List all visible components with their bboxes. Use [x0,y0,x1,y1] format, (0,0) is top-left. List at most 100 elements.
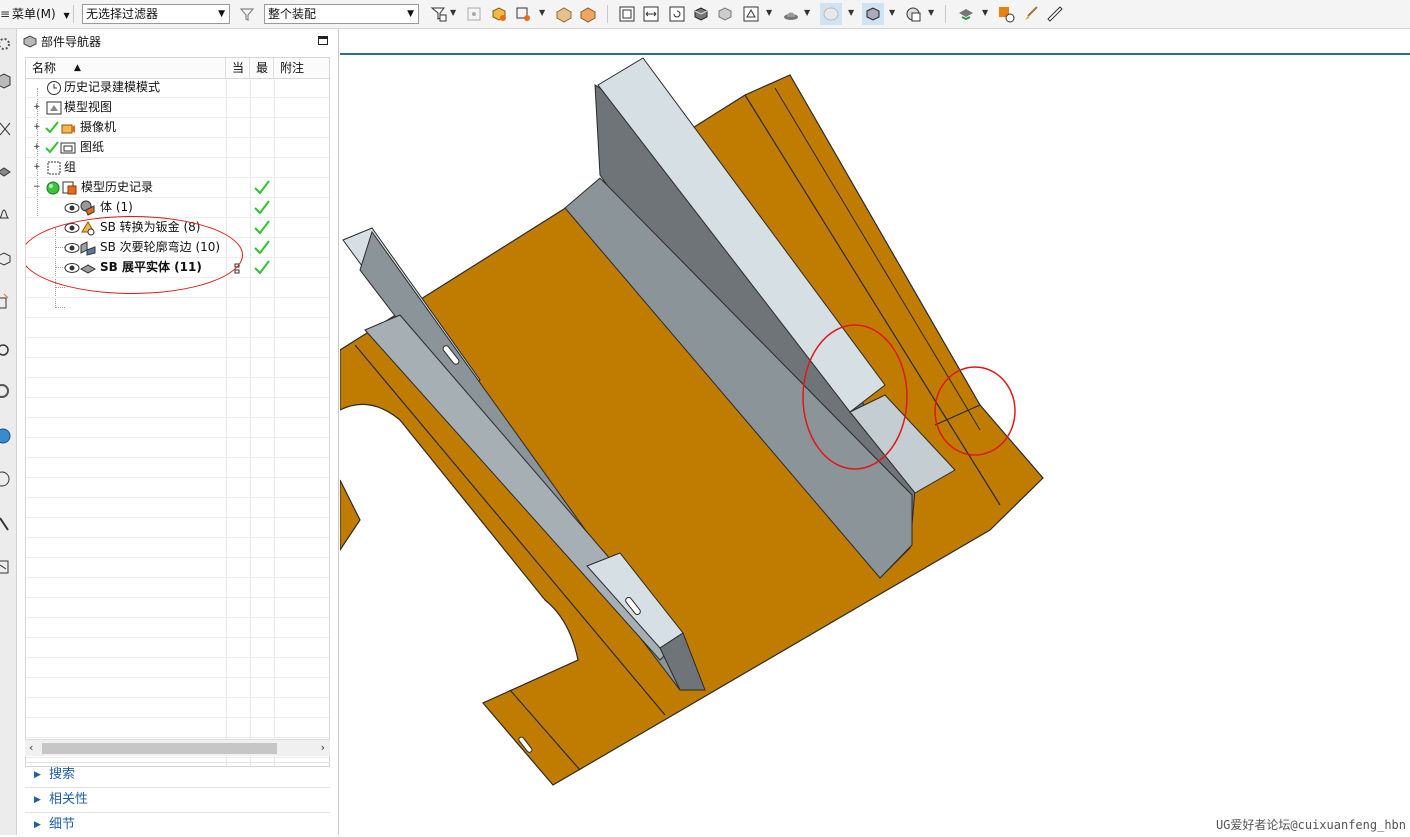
checkmark-icon [253,199,271,216]
chevron-down-icon[interactable]: ▼ [450,8,456,17]
roles-icon[interactable] [0,557,16,577]
chevron-down-icon[interactable]: ▼ [766,8,772,17]
orient-view-icon[interactable] [742,5,760,23]
measure-icon[interactable] [1046,5,1064,23]
navigator-title: 部件导航器 [23,34,101,50]
chevron-down-icon[interactable]: ▼ [982,8,988,17]
filter-icon[interactable] [238,5,256,23]
tree-row-label: 组 [64,160,77,174]
empty-tree-row [26,398,329,418]
column-header-current[interactable]: 当 [226,58,250,78]
settings-icon[interactable] [997,5,1015,23]
cube-icon[interactable] [0,249,16,269]
tree-row-drawings[interactable]: + 图纸 [26,138,329,158]
eye-icon[interactable] [64,200,80,216]
expand-triangle-icon: ▶ [34,820,41,830]
empty-tree-row [26,718,329,738]
background-icon[interactable] [820,3,842,25]
bell-icon[interactable] [0,204,16,224]
expand-icon[interactable]: + [33,123,41,132]
empty-tree-row [26,438,329,458]
clock-icon[interactable] [0,469,16,489]
show-hide-icon[interactable] [957,5,975,23]
empty-tree-row [26,418,329,438]
selection-filter-value: 无选择过滤器 [86,7,159,21]
main-toolbar: ≡ 菜单(M) ▼ 无选择过滤器 ▼ 整个装配 ▼ ▼ ▼ ▼ ▼ ▼ ▼ ▼ ▼ [0,0,1410,29]
chevron-down-icon[interactable]: ▼ [539,8,545,17]
section-search[interactable]: ▶ 搜索 [25,762,330,787]
render-style-icon[interactable] [716,5,734,23]
tree-row-label: 图纸 [80,140,105,154]
type-filter-icon[interactable] [430,5,448,23]
checkmark-icon [253,239,271,256]
menu-button[interactable]: ≡ 菜单(M) ▼ [0,4,70,24]
edge-display-icon[interactable] [862,3,884,25]
graphics-viewport[interactable]: UG爱好者论坛@cuixuanfeng_hbn [340,29,1410,835]
rotate-icon[interactable] [668,5,686,23]
chevron-down-icon[interactable]: ▼ [889,8,895,17]
chevron-down-icon: ▼ [407,9,414,19]
sheet-metal-model[interactable] [340,29,1410,835]
component-icon[interactable] [555,5,573,23]
tree-row-groups[interactable]: + 组 [26,158,329,178]
chevron-down-icon[interactable]: ▼ [804,8,810,17]
assembly-navigator-icon[interactable] [0,119,16,139]
chevron-down-icon[interactable]: ▼ [928,8,934,17]
expand-icon[interactable]: + [33,143,41,152]
history-icon[interactable] [0,381,16,401]
gear-icon[interactable] [0,34,16,54]
select-body-icon[interactable] [490,5,508,23]
assembly-icon[interactable] [579,5,597,23]
globe-icon[interactable] [0,426,16,446]
magnifier-icon[interactable] [0,341,16,361]
shaded-icon[interactable] [692,5,710,23]
scrollbar-thumb[interactable] [42,743,277,754]
tree-row-history-mode[interactable]: 历史记录建模模式 [26,78,329,98]
constraint-navigator-icon[interactable] [0,162,16,182]
layer-icon[interactable] [904,5,922,23]
zoom-icon[interactable] [642,5,660,23]
empty-tree-row [26,298,329,318]
expand-icon[interactable]: + [33,163,41,172]
selection-filter-dropdown[interactable]: 无选择过滤器 ▼ [82,4,230,24]
empty-tree-row [26,558,329,578]
section-details[interactable]: ▶ 细节 [25,812,330,837]
tree-row-body[interactable]: 体 (1) [26,198,329,218]
section-dependencies[interactable]: ▶ 相关性 [25,787,330,812]
assembly-scope-dropdown[interactable]: 整个装配 ▼ [264,4,419,24]
toolbar-separator [73,5,74,23]
collapse-icon[interactable]: − [33,183,41,192]
column-header-name[interactable]: 名称 ▲ [26,58,226,78]
select-point-icon[interactable] [514,5,532,23]
reuse-library-icon[interactable] [0,292,16,312]
tree-row-model-views[interactable]: + 模型视图 [26,98,329,118]
part-navigator-icon[interactable] [0,71,16,91]
hat-icon[interactable] [782,5,800,23]
empty-tree-row [26,538,329,558]
scroll-left-icon[interactable]: ‹ [29,741,33,754]
column-header-latest[interactable]: 最 [250,58,274,78]
maximize-icon[interactable] [318,36,328,45]
empty-tree-row [26,598,329,618]
part-navigator-panel: 部件导航器 名称 ▲ 当 最 附注 历史记录建模模式 + 模型视图 + 摄像机 … [17,29,339,835]
scroll-right-icon[interactable]: › [321,741,325,754]
empty-tree-row [26,658,329,678]
chevron-down-icon: ▼ [63,11,70,20]
tree-header: 名称 ▲ 当 最 附注 [26,58,329,79]
pen-icon[interactable] [0,514,16,534]
tree-row-model-history[interactable]: − 模型历史记录 [26,178,329,198]
tree-row-label: 模型视图 [64,100,113,114]
column-header-comment[interactable]: 附注 [274,58,329,78]
annotation-ellipse [26,216,243,294]
chevron-down-icon[interactable]: ▼ [848,8,854,17]
snap-icon[interactable] [465,5,483,23]
expand-icon[interactable]: + [33,103,41,112]
tree-row-cameras[interactable]: + 摄像机 [26,118,329,138]
camera-icon [60,120,76,136]
tree-row-label: 摄像机 [80,120,117,134]
brush-icon[interactable] [1022,5,1040,23]
assembly-scope-value: 整个装配 [268,7,317,21]
fit-view-icon[interactable] [618,5,636,23]
horizontal-scrollbar[interactable]: ‹ › [25,739,330,756]
empty-tree-row [26,678,329,698]
